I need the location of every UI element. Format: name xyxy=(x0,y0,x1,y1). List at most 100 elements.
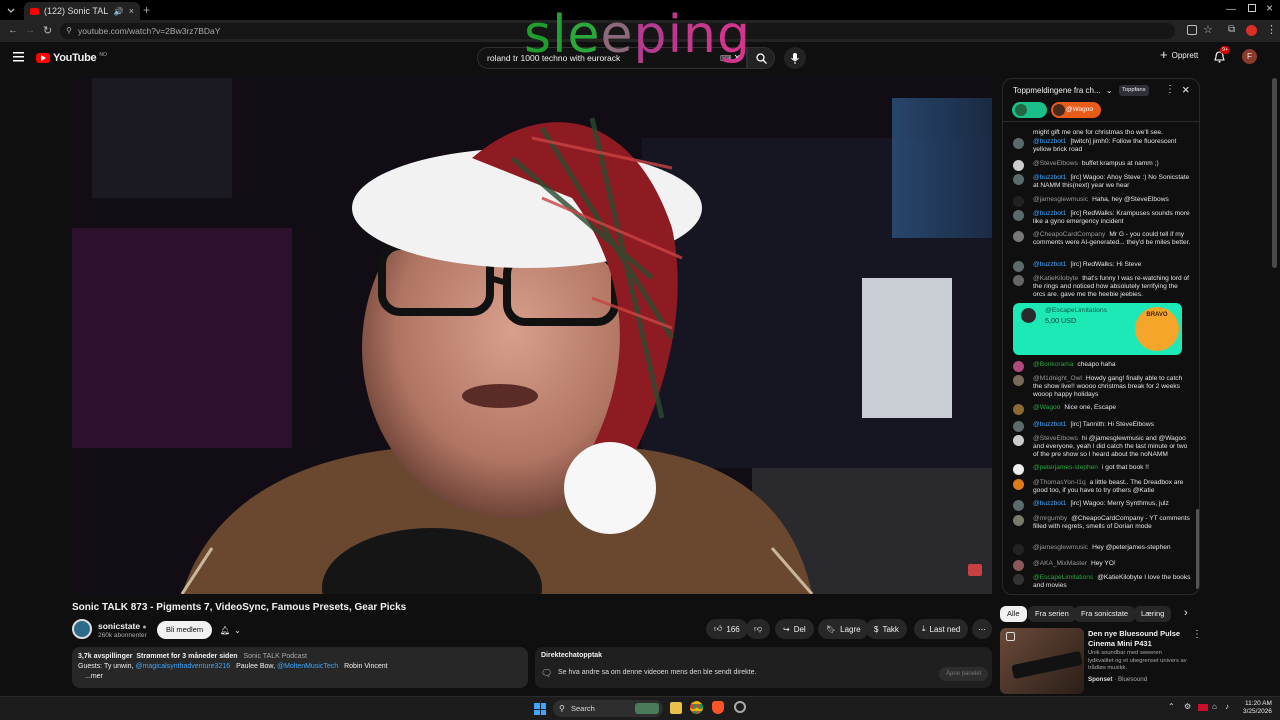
chat-author[interactable]: @AKA_MixMaster xyxy=(1033,560,1087,567)
chat-author[interactable]: @ThomasYon-l1q xyxy=(1033,479,1086,486)
create-button[interactable]: + Opprett xyxy=(1160,48,1198,61)
dislike-button[interactable]: 👎︎ xyxy=(746,619,771,639)
back-icon[interactable]: ← xyxy=(8,25,18,36)
download-button[interactable]: ⤓ Last ned xyxy=(914,619,969,639)
chat-author[interactable]: @SteveElbows xyxy=(1033,160,1078,167)
subscribe-notification-button[interactable]: 🔔︎ ⌄ xyxy=(212,620,249,640)
more-actions-button[interactable]: ⋯ xyxy=(972,619,992,639)
windows-start-icon[interactable] xyxy=(534,703,546,715)
recommendation-title[interactable]: Den nye Bluesound Pulse Cinema Mini P431 xyxy=(1088,629,1188,649)
app-icon[interactable] xyxy=(734,701,746,713)
channel-avatar[interactable] xyxy=(72,619,92,639)
like-button[interactable]: 👍︎ 166 xyxy=(706,619,748,639)
network-icon[interactable]: ⌂ xyxy=(1212,702,1217,711)
chat-author[interactable]: @buzzbot1 xyxy=(1033,210,1066,217)
open-panel-button[interactable]: Åpne panelet xyxy=(939,667,989,681)
reload-icon[interactable]: ↻ xyxy=(43,24,52,37)
avatar xyxy=(1013,544,1024,555)
chat-author[interactable]: @mrgumby xyxy=(1033,515,1067,522)
search-button[interactable] xyxy=(747,47,775,69)
taskbar-search[interactable]: ⚲ Search xyxy=(553,700,663,717)
chat-author[interactable]: @jamesglewmusic xyxy=(1033,544,1088,551)
avatar xyxy=(1013,275,1024,286)
clock[interactable]: 11:20 AM 3/25/2026 xyxy=(1243,700,1272,716)
browser-tab[interactable]: (122) Sonic TALK 873 - Pigm 🔊 × xyxy=(24,2,140,20)
chat-scrollbar[interactable] xyxy=(1196,509,1199,589)
window-maximize-icon[interactable] xyxy=(1248,4,1256,12)
chat-author[interactable]: @EscapeLimitations xyxy=(1033,574,1093,581)
chat-author[interactable]: @Wagoo xyxy=(1033,404,1060,411)
recommendation-menu-icon[interactable]: ⋮ xyxy=(1192,629,1202,640)
share-button[interactable]: ↪ Del xyxy=(775,619,814,639)
notifications-button[interactable]: 9+ xyxy=(1214,46,1231,63)
video-player[interactable] xyxy=(72,78,992,594)
chat-author[interactable]: @buzzbot1 xyxy=(1033,500,1066,507)
chat-author[interactable]: @buzzbot1 xyxy=(1033,261,1066,268)
tray-app-icon[interactable]: ⚙ xyxy=(1184,702,1191,711)
ticker-item[interactable] xyxy=(1012,102,1047,118)
chat-author[interactable]: @buzzbot1 xyxy=(1033,174,1066,181)
chat-author[interactable]: @SteveElbows xyxy=(1033,435,1078,442)
chat-message-text: [irc] Tannith: Hi SteveElbows xyxy=(1070,421,1154,428)
chat-author[interactable]: @CheapoCardCompany xyxy=(1033,231,1105,238)
chat-close-icon[interactable]: × xyxy=(1182,82,1190,97)
chip-series[interactable]: Fra serien xyxy=(1028,606,1076,622)
top-fans-badge[interactable]: Toppfans xyxy=(1119,85,1149,96)
url-text: youtube.com/watch?v=2Bw3rz7BDaY xyxy=(78,26,221,36)
chip-channel[interactable]: Fra sonicstate xyxy=(1074,606,1136,622)
chat-author[interactable]: @KatieKilobyte xyxy=(1033,275,1078,282)
chat-menu-icon[interactable]: ⋮ xyxy=(1165,84,1175,95)
ticker-avatar xyxy=(1015,104,1027,116)
chat-author[interactable]: @M1dnight_Owl xyxy=(1033,375,1082,382)
window-close-icon[interactable]: × xyxy=(1266,1,1273,15)
chip-all[interactable]: Alle xyxy=(1000,606,1027,622)
tray-chevron-icon[interactable]: ⌃ xyxy=(1168,702,1175,711)
chevron-right-icon[interactable]: › xyxy=(1184,607,1188,619)
ticker-pinned-item[interactable]: @Wagoo xyxy=(1051,102,1101,118)
audio-icon[interactable]: 🔊 xyxy=(114,7,124,16)
hamburger-menu-icon[interactable] xyxy=(13,52,24,62)
podcast-tag[interactable]: Sonic TALK Podcast xyxy=(243,653,307,660)
description-box[interactable]: 3,7k avspillinger Strømmet for 3 måneder… xyxy=(72,647,528,688)
channel-name-row[interactable]: sonicstate ● xyxy=(98,621,147,631)
youtube-logo[interactable]: YouTube NO xyxy=(36,52,107,64)
save-button[interactable]: 🔖︎ Lagre xyxy=(818,619,869,639)
chrome-icon[interactable] xyxy=(690,701,703,714)
thanks-button[interactable]: $ Takk xyxy=(866,619,907,639)
tab-close-icon[interactable]: × xyxy=(129,6,134,16)
chat-author[interactable]: @buzzbot1 xyxy=(1033,138,1066,145)
chat-message: @buzzbot1 [irc] Wagoo: Ahoy Steve :) No S… xyxy=(1013,174,1191,190)
page-scrollbar[interactable] xyxy=(1272,78,1277,268)
file-explorer-icon[interactable] xyxy=(670,702,682,714)
account-avatar[interactable]: F xyxy=(1242,49,1257,64)
install-app-icon[interactable] xyxy=(1187,25,1197,35)
guest-link[interactable]: @MoltenMusicTech xyxy=(277,663,338,670)
chip-learning[interactable]: Læring xyxy=(1134,606,1172,622)
browser-menu-icon[interactable]: ⋮ xyxy=(1266,23,1277,36)
chat-author[interactable]: @jamesglewmusic xyxy=(1033,196,1088,203)
chat-author[interactable]: @peterjames-stephen xyxy=(1033,464,1098,471)
voice-search-button[interactable] xyxy=(784,47,806,69)
extensions-icon[interactable]: ⧉ xyxy=(1228,24,1235,35)
chat-author[interactable]: @Bonkorama xyxy=(1033,361,1073,368)
recommendation-thumbnail[interactable] xyxy=(1000,628,1084,694)
bookmark-star-icon[interactable]: ☆ xyxy=(1203,23,1213,36)
show-more-link[interactable]: ...mer xyxy=(85,672,522,682)
window-minimize-icon[interactable]: — xyxy=(1226,4,1236,15)
new-tab-icon[interactable]: + xyxy=(143,3,150,17)
forward-icon[interactable]: → xyxy=(25,25,35,36)
channel-name: sonicstate xyxy=(98,621,141,631)
superchat-name[interactable]: @EscapeLimitations xyxy=(1045,307,1107,314)
join-button[interactable]: Bli medlem xyxy=(157,621,213,639)
chat-author[interactable]: @buzzbot1 xyxy=(1033,421,1066,428)
profile-icon[interactable] xyxy=(1246,25,1257,36)
guest-link[interactable]: @magicalsynthadventure3216 xyxy=(135,663,230,670)
chat-message: @ThomasYon-l1q a little beast.. The Dread… xyxy=(1013,479,1191,495)
language-flag-icon[interactable] xyxy=(1198,704,1208,711)
volume-icon[interactable]: ♪ xyxy=(1225,702,1229,711)
chat-message-text: i got that book !! xyxy=(1101,464,1149,471)
tab-menu-icon[interactable] xyxy=(6,5,16,15)
site-info-icon[interactable]: ⚲ xyxy=(66,23,72,39)
brave-icon[interactable] xyxy=(712,701,724,714)
chat-mode-selector[interactable]: Toppmeldingene fra ch... ⌄ xyxy=(1013,86,1113,95)
